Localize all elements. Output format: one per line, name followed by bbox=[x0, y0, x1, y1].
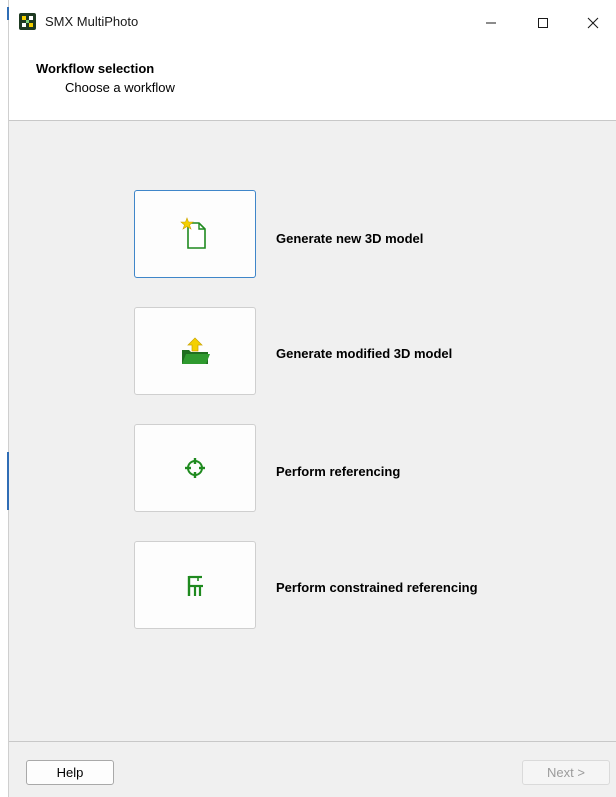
generate-new-model-button[interactable] bbox=[134, 190, 256, 278]
maximize-icon bbox=[538, 17, 548, 28]
maximize-button[interactable] bbox=[519, 0, 567, 45]
next-button[interactable]: Next > bbox=[522, 760, 610, 785]
generate-new-model-label: Generate new 3D model bbox=[276, 231, 424, 246]
app-icon bbox=[19, 13, 36, 30]
perform-referencing-button[interactable] bbox=[134, 424, 256, 512]
generate-modified-model-button[interactable] bbox=[134, 307, 256, 395]
wizard-header: Workflow selection Choose a workflow bbox=[9, 45, 616, 121]
new-document-icon bbox=[180, 217, 206, 249]
constrained-reference-icon bbox=[187, 575, 203, 596]
page-title: Workflow selection bbox=[36, 61, 155, 76]
page-subtitle: Choose a workflow bbox=[65, 80, 175, 95]
main-window: SMX MultiPhoto Workflow selection Choose… bbox=[8, 0, 616, 797]
footer-divider bbox=[9, 741, 616, 742]
crosshair-target-icon bbox=[185, 458, 205, 478]
generate-modified-model-label: Generate modified 3D model bbox=[276, 346, 453, 361]
perform-constrained-referencing-label: Perform constrained referencing bbox=[276, 580, 478, 595]
open-folder-upload-icon bbox=[182, 337, 210, 364]
close-icon bbox=[587, 17, 599, 28]
title-bar[interactable]: SMX MultiPhoto bbox=[9, 0, 616, 45]
minimize-icon bbox=[486, 22, 496, 23]
minimize-button[interactable] bbox=[467, 0, 515, 45]
perform-constrained-referencing-button[interactable] bbox=[134, 541, 256, 629]
window-title: SMX MultiPhoto bbox=[45, 14, 139, 29]
perform-referencing-label: Perform referencing bbox=[276, 464, 401, 479]
background-window-edge bbox=[7, 452, 9, 510]
help-button[interactable]: Help bbox=[26, 760, 114, 785]
close-button[interactable] bbox=[569, 0, 616, 45]
background-window-edge bbox=[7, 7, 9, 20]
